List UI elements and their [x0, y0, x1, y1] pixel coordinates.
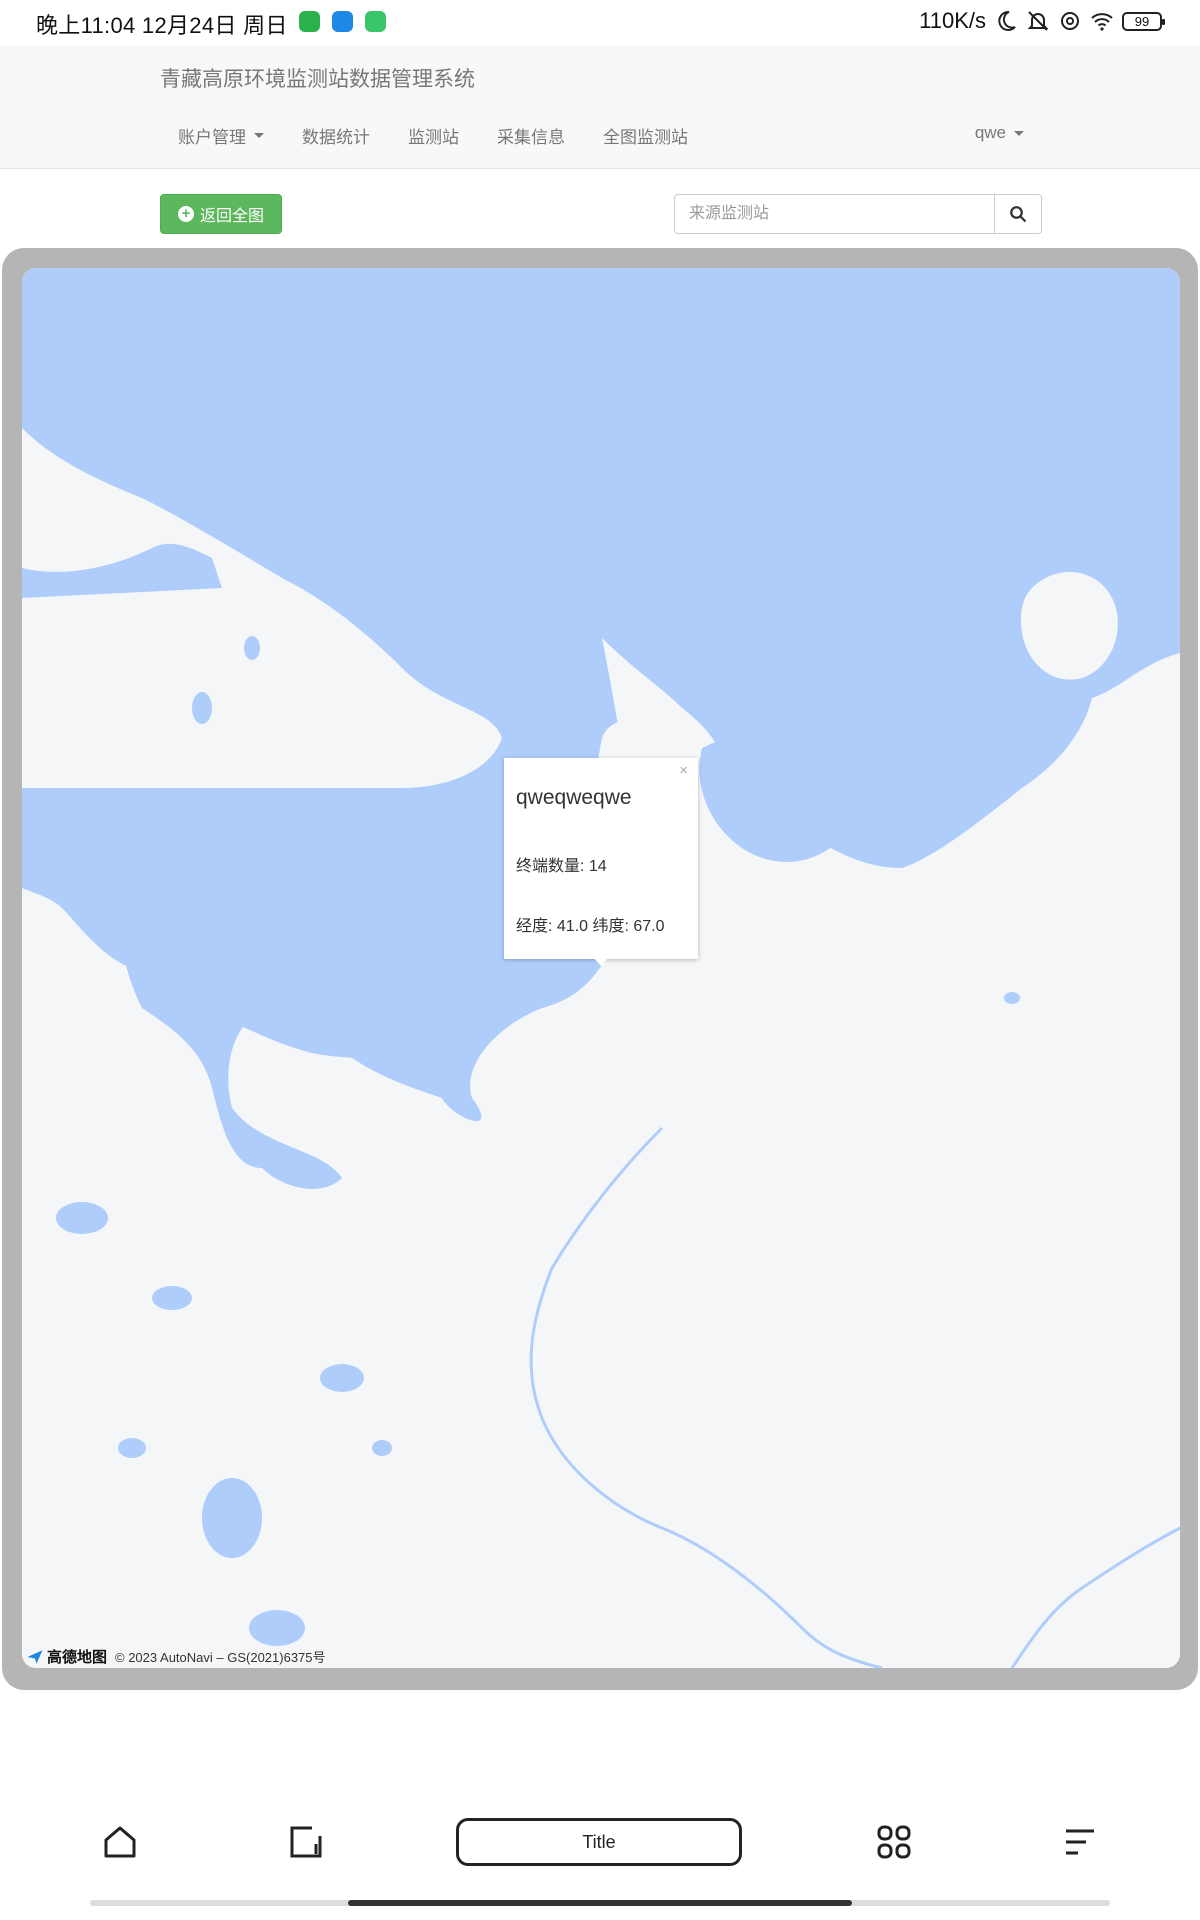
back-to-full-map-button[interactable]: + 返回全图 — [160, 194, 282, 234]
amap-logo-text: 高德地图 — [47, 1649, 108, 1666]
qq-browser-icon — [332, 11, 353, 32]
attribution-text: © 2023 AutoNavi – GS(2021)6375号 — [115, 1650, 326, 1665]
navigation-arrow-icon — [27, 1649, 43, 1664]
wifi-icon — [1091, 13, 1113, 31]
search-button[interactable] — [994, 194, 1042, 234]
nav-item-label: 全图监测站 — [603, 128, 688, 147]
tabs-icon[interactable] — [286, 1822, 326, 1862]
bell-muted-icon — [1027, 11, 1049, 31]
nav-menu: 账户管理 数据统计 监测站 采集信息 全图监测站 — [178, 123, 726, 148]
popup-title: qweqweqwe — [516, 786, 632, 809]
user-name: qwe — [974, 123, 1006, 142]
bottom-navigation: Title — [0, 1800, 1200, 1880]
nav-item-statistics[interactable]: 数据统计 — [302, 123, 370, 148]
caret-down-icon — [1014, 130, 1024, 136]
amap-logo[interactable]: 高德地图 — [26, 1646, 107, 1667]
back-button-label: 返回全图 — [199, 208, 264, 225]
status-bar: 晚上11:04 12月24日 周日 110K/s 99 — [0, 0, 1200, 45]
caret-down-icon — [254, 133, 264, 138]
map-tiles — [22, 268, 1180, 1668]
user-menu[interactable]: qwe — [975, 123, 1024, 143]
nav-item-collection[interactable]: 采集信息 — [497, 123, 565, 148]
home-icon[interactable] — [100, 1822, 140, 1862]
plus-circle-icon: + — [177, 206, 194, 222]
moon-icon — [998, 10, 1016, 31]
page-scroll-thumb[interactable] — [348, 1900, 852, 1906]
nav-item-account[interactable]: 账户管理 — [178, 123, 264, 148]
status-time: 晚上11:04 12月24日 周日 — [36, 13, 288, 38]
title-button[interactable]: Title — [456, 1818, 742, 1866]
title-label: Title — [582, 1831, 616, 1852]
popup-coordinates: 经度: 41.0 纬度: 67.0 — [516, 918, 665, 935]
station-search — [674, 194, 1042, 234]
battery-icon: 99 — [1122, 11, 1165, 31]
nav-item-map-stations[interactable]: 全图监测站 — [603, 123, 688, 148]
nav-item-label: 采集信息 — [497, 128, 565, 147]
apps-icon[interactable] — [874, 1822, 914, 1862]
popup-pointer — [593, 957, 609, 966]
map-canvas[interactable] — [22, 268, 1180, 1668]
navbar: 青藏高原环境监测站数据管理系统 账户管理 数据统计 监测站 采集信息 全图监测站… — [0, 45, 1200, 169]
search-icon — [1010, 206, 1027, 223]
wechat-icon — [299, 11, 320, 32]
station-search-input[interactable] — [674, 194, 994, 234]
nav-item-label: 监测站 — [408, 128, 459, 147]
menu-icon[interactable] — [1060, 1822, 1100, 1862]
station-info-popup: × qweqweqwe 终端数量: 14 经度: 41.0 纬度: 67.0 — [504, 758, 698, 966]
message-app-icon — [365, 11, 386, 32]
network-speed: 110K/s — [919, 8, 986, 33]
nav-item-stations[interactable]: 监测站 — [408, 123, 459, 148]
brand-title[interactable]: 青藏高原环境监测站数据管理系统 — [160, 63, 475, 93]
popup-terminal-count: 终端数量: 14 — [516, 858, 607, 875]
status-app-icons — [299, 11, 386, 32]
map-attribution: 高德地图 © 2023 AutoNavi – GS(2021)6375号 — [26, 1646, 326, 1667]
nav-item-label: 数据统计 — [302, 128, 370, 147]
status-right: 110K/s 99 — [919, 8, 1165, 34]
close-icon[interactable]: × — [679, 762, 688, 779]
hotspot-icon — [1061, 12, 1079, 30]
nav-item-label: 账户管理 — [178, 128, 246, 147]
